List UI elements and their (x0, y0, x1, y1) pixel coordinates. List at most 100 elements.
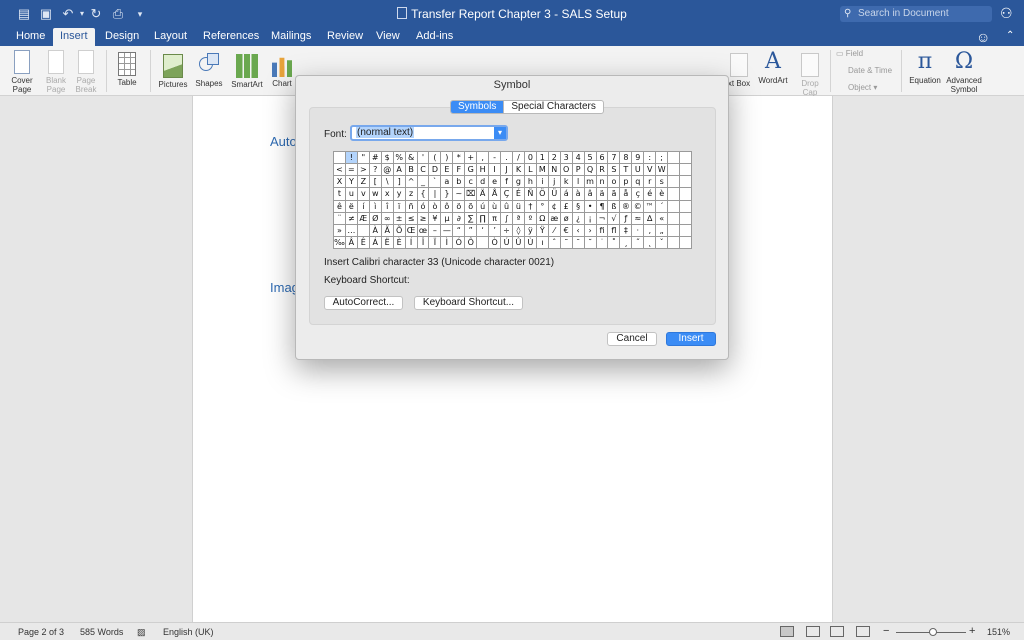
symbol-cell[interactable]: ì (369, 200, 382, 213)
symbol-cell[interactable]: ñ (405, 200, 418, 213)
symbol-cell[interactable]: | (429, 188, 442, 201)
symbol-cell[interactable]: Ó (453, 236, 466, 249)
symbol-cell[interactable]: - (489, 152, 502, 165)
symbol-cell[interactable]: ¬ (596, 212, 609, 225)
symbol-cell[interactable] (668, 152, 681, 165)
symbol-cell[interactable]: ü (513, 200, 525, 213)
symbol-cell[interactable]: ∫ (501, 212, 513, 225)
symbol-cell[interactable] (668, 164, 681, 177)
symbol-cell[interactable]: ? (369, 164, 382, 177)
symbol-cell[interactable]: Í (405, 236, 418, 249)
cover-page-button[interactable]: Cover Page (8, 50, 36, 94)
advanced-symbol-button[interactable]: Ω Advanced Symbol (944, 50, 984, 95)
symbol-cell[interactable]: ¨ (334, 212, 346, 225)
symbol-cell[interactable] (668, 224, 681, 237)
symbol-cell[interactable]: ª (513, 212, 525, 225)
symbol-cell[interactable]: U (632, 164, 645, 177)
symbol-cell[interactable]: ÿ (524, 224, 537, 237)
symbol-cell[interactable]: o (608, 176, 621, 189)
tab-layout[interactable]: Layout (147, 28, 194, 46)
tab-mailings[interactable]: Mailings (264, 28, 318, 46)
symbol-cell[interactable]: @ (381, 164, 394, 177)
symbol-cell[interactable]: L (524, 164, 537, 177)
symbol-cell[interactable]: a (441, 176, 454, 189)
symbol-cell[interactable]: ® (620, 200, 633, 213)
symbol-cell[interactable]: ≠ (345, 212, 358, 225)
symbol-cell[interactable]: – (429, 224, 442, 237)
symbol-cell[interactable] (668, 176, 681, 189)
symbol-cell[interactable]: Æ (357, 212, 370, 225)
symbol-cell[interactable]: e (489, 176, 502, 189)
field-button[interactable]: ▭ Field (836, 49, 863, 58)
symbol-cell[interactable]: ◊ (513, 224, 525, 237)
symbol-cell[interactable]: û (501, 200, 513, 213)
symbol-cell[interactable]: f (501, 176, 513, 189)
symbol-cell[interactable]: ‚ (644, 224, 657, 237)
symbol-cell[interactable]: Z (357, 176, 370, 189)
symbol-cell[interactable]: ¯ (572, 236, 585, 249)
symbol-cell[interactable]: 8 (620, 152, 633, 165)
symbol-cell[interactable]: j (548, 176, 561, 189)
symbol-cell[interactable]: ∑ (465, 212, 478, 225)
tab-addins[interactable]: Add-ins (409, 28, 460, 46)
symbol-cell[interactable]: r (644, 176, 657, 189)
symbol-cell[interactable]: > (357, 164, 370, 177)
symbol-cell[interactable]: ¡ (584, 212, 597, 225)
symbol-cell[interactable]: Ô (465, 236, 478, 249)
symbol-cell[interactable] (680, 236, 692, 249)
search-input[interactable]: ⚲ Search in Document (840, 6, 992, 22)
symbol-cell[interactable] (334, 152, 346, 165)
symbol-cell[interactable]: z (405, 188, 418, 201)
symbol-cell[interactable]: Ã (381, 224, 394, 237)
symbol-cell[interactable]: … (345, 224, 358, 237)
symbol-cell[interactable]: K (513, 164, 525, 177)
symbol-cell[interactable]: R (596, 164, 609, 177)
symbol-cell[interactable] (680, 188, 692, 201)
symbol-cell[interactable]: ‹ (572, 224, 585, 237)
symbol-cell[interactable]: ã (608, 188, 621, 201)
draft-view-icon[interactable] (856, 626, 870, 637)
symbol-cell[interactable]: Î (417, 236, 430, 249)
symbol-cell[interactable]: M (536, 164, 549, 177)
symbol-cell[interactable]: · (632, 224, 645, 237)
symbol-cell[interactable]: à (572, 188, 585, 201)
symbol-cell[interactable] (668, 188, 681, 201)
table-button[interactable]: Table (113, 50, 141, 87)
symbol-cell[interactable]: ‰ (334, 236, 346, 249)
symbol-cell[interactable]: È (393, 236, 406, 249)
symbol-cell[interactable]: ê (334, 200, 346, 213)
tab-symbols[interactable]: Symbols (451, 101, 504, 113)
symbol-cell[interactable]: √ (608, 212, 621, 225)
symbol-cell[interactable]: ˘ (584, 236, 597, 249)
symbol-cell[interactable]: ˆ (548, 236, 561, 249)
blank-page-button[interactable]: Blank Page (42, 50, 70, 94)
symbol-cell[interactable]: Ä (477, 188, 490, 201)
share-icon[interactable]: ⚇ (1000, 5, 1013, 22)
symbol-cell[interactable]: Ê (357, 236, 370, 249)
symbol-cell[interactable]: ^ (405, 176, 418, 189)
symbol-cell[interactable]: ù (489, 200, 502, 213)
symbol-cell[interactable]: O (560, 164, 573, 177)
symbol-cell[interactable]: < (334, 164, 346, 177)
symbol-cell[interactable]: 6 (596, 152, 609, 165)
symbol-cell[interactable]: À (369, 224, 382, 237)
symbol-cell[interactable] (668, 212, 681, 225)
symbol-cell[interactable]: Õ (393, 224, 406, 237)
symbol-cell[interactable]: ﬁ (596, 224, 609, 237)
symbol-cell[interactable]: õ (465, 200, 478, 213)
symbol-cell[interactable]: ] (393, 176, 406, 189)
keyboard-shortcut-button[interactable]: Keyboard Shortcut... (414, 296, 523, 310)
symbol-cell[interactable]: A (393, 164, 406, 177)
cancel-button[interactable]: Cancel (607, 332, 657, 346)
symbol-cell[interactable]: x (381, 188, 394, 201)
symbol-cell[interactable]: Ω (536, 212, 549, 225)
symbol-cell[interactable]: ˚ (608, 236, 621, 249)
symbol-cell[interactable]: ˝ (632, 236, 645, 249)
symbol-cell[interactable]: 0 (524, 152, 537, 165)
symbol-cell[interactable]: Ö (536, 188, 549, 201)
symbol-cell[interactable]: ‘ (477, 224, 490, 237)
symbol-cell[interactable]: s (656, 176, 669, 189)
symbol-cell[interactable]: = (345, 164, 358, 177)
proofing-icon[interactable]: ▨ (137, 627, 146, 638)
tab-review[interactable]: Review (320, 28, 370, 46)
